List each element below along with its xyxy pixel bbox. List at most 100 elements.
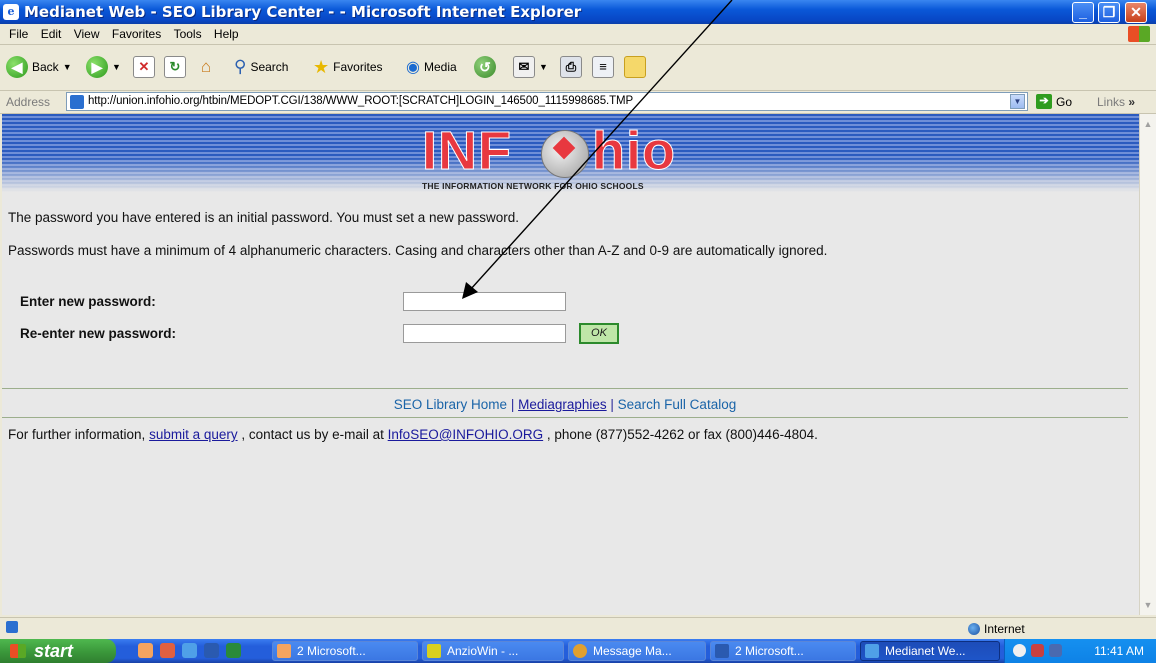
stop-icon: ✕ [133,56,155,78]
divider [2,417,1128,418]
menu-file[interactable]: File [9,27,28,41]
taskbar-item-word-group[interactable]: 2 Microsoft... [272,641,418,661]
scroll-up-icon[interactable]: ▲ [1141,116,1155,132]
home-button[interactable]: ⌂ [195,54,217,80]
address-url: http://union.infohio.org/htbin/MEDOPT.CG… [88,95,634,107]
chevron-down-icon: ▼ [112,62,121,72]
address-label: Address [6,95,51,109]
excel-quicklaunch-icon[interactable] [226,643,241,658]
search-icon: ⚲ [234,57,247,76]
menu-favorites[interactable]: Favorites [112,27,161,41]
info-prefix: For further information, [8,427,150,442]
print-button[interactable]: ⎙ [560,54,582,80]
zone-label: Internet [984,622,1025,636]
stop-button[interactable]: ✕ [133,54,155,80]
go-button[interactable]: ➔ Go [1036,94,1072,109]
favorites-button[interactable]: ★ Favorites [313,54,383,80]
earth-icon [968,623,980,635]
chevron-down-icon: ▼ [539,62,548,72]
menu-view[interactable]: View [74,27,100,41]
search-label: Search [250,60,289,74]
page-icon [70,95,84,109]
edit-button[interactable]: ≡ [592,54,614,80]
address-input[interactable]: http://union.infohio.org/htbin/MEDOPT.CG… [66,92,1028,111]
mail-button[interactable]: ✉ ▼ [513,54,548,80]
windows-logo-icon [1128,26,1150,42]
links-button[interactable]: Links » [1097,95,1135,109]
submit-query-link[interactable]: submit a query [149,427,238,442]
initial-password-message: The password you have entered is an init… [8,210,520,225]
address-bar: Address http://union.infohio.org/htbin/M… [0,91,1156,114]
separator: | [507,397,519,412]
folder-icon [624,56,646,78]
menu-tools[interactable]: Tools [174,27,202,41]
new-password-input[interactable] [403,292,566,311]
forward-icon: ▶ [86,56,108,78]
ok-button[interactable]: OK [579,323,619,344]
office-icon [277,644,291,658]
minimize-button[interactable]: _ [1072,2,1094,23]
reenter-password-input[interactable] [403,324,566,343]
message-icon [573,644,587,658]
home-icon: ⌂ [200,57,212,76]
task-label: 2 Microsoft... [297,644,366,658]
word-quicklaunch-icon[interactable] [204,643,219,658]
start-button[interactable]: start [0,639,116,663]
ie-quicklaunch-icon[interactable] [182,643,197,658]
chevron-down-icon: ▼ [62,62,72,72]
taskbar-item-microsoft-word[interactable]: 2 Microsoft... [710,641,856,661]
maximize-button[interactable]: ❐ [1098,2,1120,23]
taskbar-item-anziowin[interactable]: AnzioWin - ... [422,641,564,661]
menu-bar: File Edit View Favorites Tools Help [0,24,1156,45]
history-button[interactable]: ↺ [474,54,496,80]
chevron-down-icon[interactable]: ▼ [1010,94,1025,109]
mail-icon: ✉ [513,56,535,78]
security-zone: Internet [968,622,1025,636]
search-full-catalog-link[interactable]: Search Full Catalog [618,397,737,412]
clock: 11:41 AM [1094,644,1144,658]
edit-icon: ≡ [592,56,614,78]
menu-help[interactable]: Help [214,27,239,41]
refresh-button[interactable]: ↻ [164,54,186,80]
task-label: 2 Microsoft... [735,644,804,658]
logo-text-right: hio [592,121,676,182]
mediagraphies-link[interactable]: Mediagraphies [518,397,607,412]
search-button[interactable]: ⚲ Search [234,54,288,80]
tray-icon[interactable] [1031,644,1044,657]
divider [2,388,1128,389]
back-button[interactable]: ◀ Back ▼ [6,54,72,80]
refresh-icon: ↻ [164,56,186,78]
footer-links: SEO Library Home | Mediagraphies | Searc… [2,397,1128,412]
messenger-button[interactable] [624,54,646,80]
scroll-down-icon[interactable]: ▼ [1141,597,1155,613]
seo-library-home-link[interactable]: SEO Library Home [394,397,507,412]
close-button[interactable]: ✕ [1125,2,1147,23]
system-tray: 11:41 AM [1004,639,1156,663]
menu-edit[interactable]: Edit [41,27,62,41]
links-label: Links [1097,95,1126,109]
taskbar-item-message[interactable]: Message Ma... [568,641,706,661]
back-icon: ◀ [6,56,28,78]
taskbar: start 2 Microsoft... AnzioWin - ... Mess… [0,639,1156,663]
separator: | [606,397,618,412]
email-link[interactable]: InfoSEO@INFOHIO.ORG [388,427,543,442]
quicklaunch-icon[interactable] [160,643,175,658]
windows-flag-icon [10,644,26,658]
media-button[interactable]: ◉ Media [406,54,457,80]
vertical-scrollbar[interactable]: ▲ ▼ [1139,114,1156,615]
ie-icon [865,644,879,658]
history-icon: ↺ [474,56,496,78]
forward-button[interactable]: ▶ ▼ [86,54,121,80]
page-status-icon [6,621,18,633]
quicklaunch-icon[interactable] [138,643,153,658]
taskbar-item-medianet[interactable]: Medianet We... [860,641,1000,661]
password-rules-message: Passwords must have a minimum of 4 alpha… [8,243,828,258]
ie-window: e Medianet Web - SEO Library Center - - … [0,0,1156,663]
tray-arrow-icon[interactable] [1013,644,1026,657]
ie-icon: e [3,4,19,20]
logo-text-left: INF [422,121,512,182]
title-bar[interactable]: e Medianet Web - SEO Library Center - - … [0,0,1156,24]
start-label: start [34,641,74,661]
new-password-label: Enter new password: [20,294,156,309]
network-icon[interactable] [1049,644,1062,657]
